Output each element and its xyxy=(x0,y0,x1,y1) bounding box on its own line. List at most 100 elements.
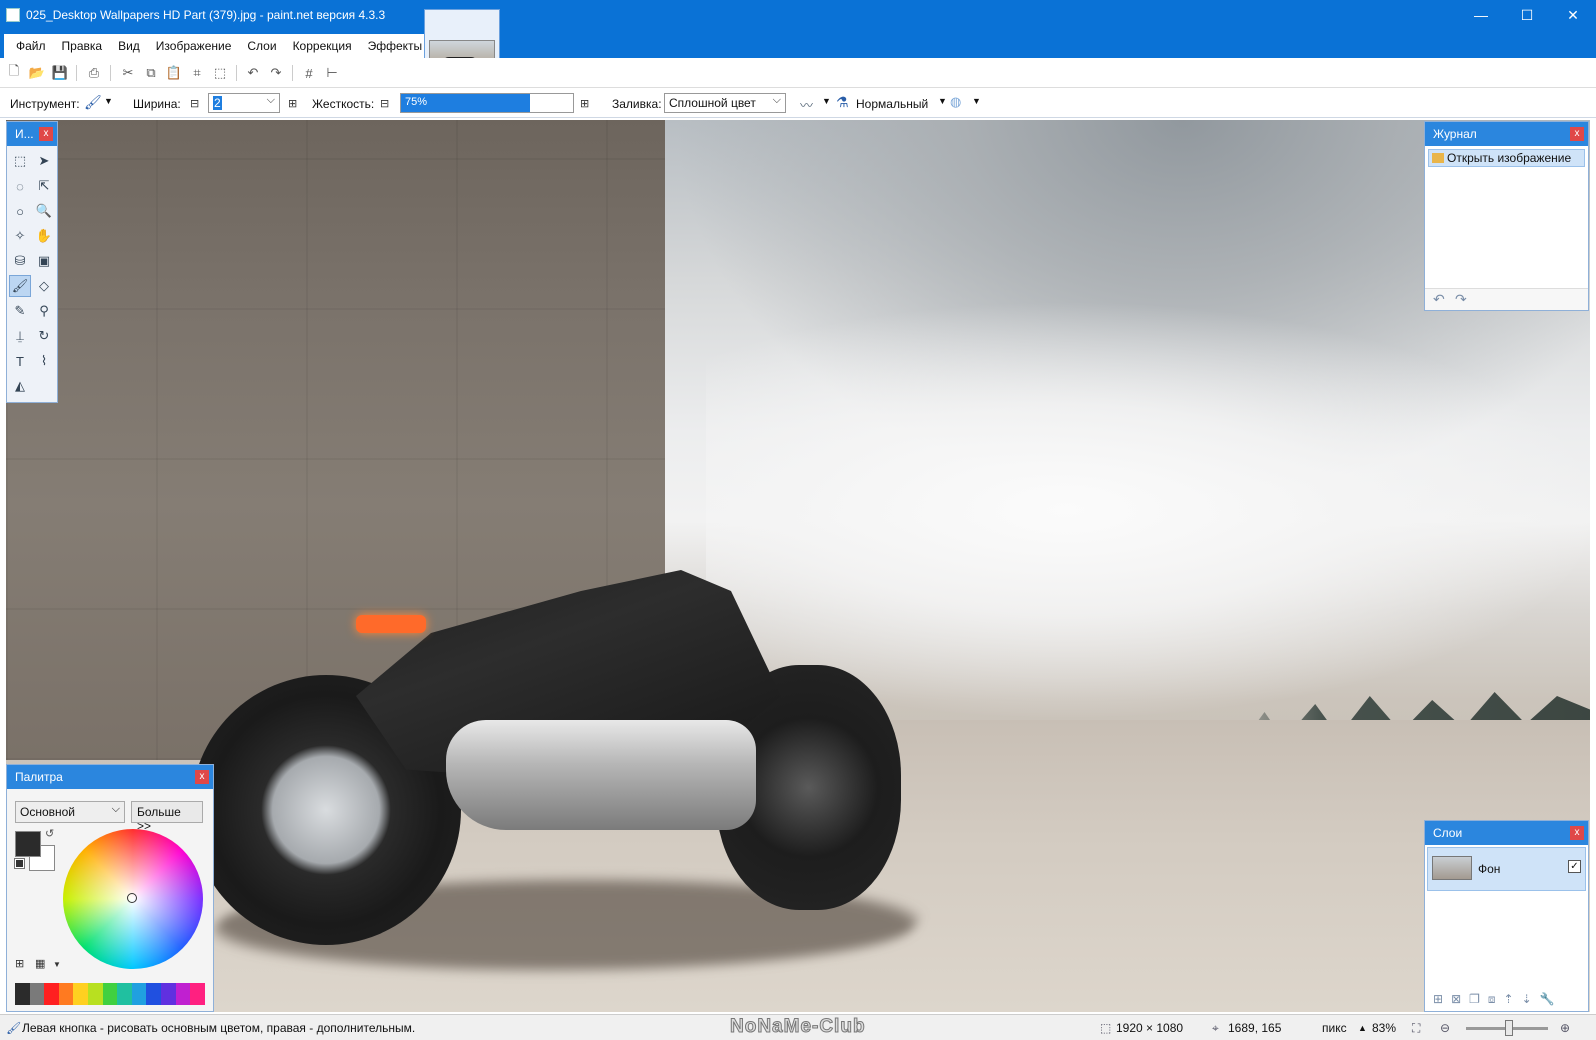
zoom-in-icon[interactable]: ⊕ xyxy=(1560,1021,1570,1035)
zoom-level[interactable]: 83% xyxy=(1372,1021,1396,1035)
palette-panel-close-button[interactable]: x xyxy=(195,770,209,784)
maximize-button[interactable]: ☐ xyxy=(1504,0,1550,32)
palette-swatch[interactable] xyxy=(29,983,45,1005)
menu-image[interactable]: Изображение xyxy=(148,39,240,53)
palette-swatch[interactable] xyxy=(146,983,162,1005)
hardness-decrease-button[interactable]: ⊟ xyxy=(380,97,389,110)
palette-swatch[interactable] xyxy=(88,983,103,1005)
move-selected-icon[interactable]: ➤ xyxy=(33,150,55,172)
palette-swatch[interactable] xyxy=(44,983,59,1005)
shapes-icon[interactable]: ◭ xyxy=(9,375,31,397)
text-icon[interactable]: T xyxy=(9,350,31,372)
palette-panel-header[interactable]: Палитра x xyxy=(7,765,213,789)
hardness-increase-button[interactable]: ⊞ xyxy=(580,97,589,110)
width-increase-button[interactable]: ⊞ xyxy=(288,97,297,110)
paste-icon[interactable]: 📋 xyxy=(164,63,184,83)
add-layer-icon[interactable]: ⊞ xyxy=(1433,992,1443,1008)
tools-panel-header[interactable]: И... x xyxy=(7,122,57,146)
palette-swatch[interactable] xyxy=(190,983,205,1005)
move-layer-down-icon[interactable]: ⇣ xyxy=(1522,992,1532,1008)
history-item[interactable]: Открыть изображение xyxy=(1428,149,1585,167)
antialias-icon[interactable]: 〰 xyxy=(800,95,813,114)
duplicate-layer-icon[interactable]: ❐ xyxy=(1469,992,1480,1008)
tools-panel-close-button[interactable]: x xyxy=(39,127,53,141)
paintbrush-tool-icon[interactable]: 🖌 xyxy=(9,275,31,297)
palette-swatch[interactable] xyxy=(175,983,191,1005)
pencil-icon[interactable]: ✎ xyxy=(9,300,31,322)
selection-mode-dropdown-icon[interactable]: ▼ xyxy=(972,96,981,106)
palette-swatch[interactable] xyxy=(131,983,147,1005)
palette-swatch[interactable] xyxy=(73,983,89,1005)
palette-swatch[interactable] xyxy=(58,983,74,1005)
minimize-button[interactable]: — xyxy=(1458,0,1504,32)
new-file-icon[interactable]: 🗋 xyxy=(4,63,24,83)
palette-more-button[interactable]: Больше >> xyxy=(131,801,203,833)
hardness-slider[interactable]: 75% xyxy=(400,93,574,113)
paintbrush-icon[interactable]: 🖌 xyxy=(84,94,102,111)
palette-swatch[interactable] xyxy=(117,983,132,1005)
layer-properties-icon[interactable]: 🔧 xyxy=(1540,992,1555,1008)
redo-icon[interactable]: ↷ xyxy=(266,63,286,83)
line-curve-icon[interactable]: ⌇ xyxy=(33,350,55,372)
history-panel-header[interactable]: Журнал x xyxy=(1425,122,1588,146)
zoom-slider-knob[interactable] xyxy=(1505,1020,1513,1036)
lasso-select-icon[interactable]: ◌ xyxy=(9,175,31,197)
recolor-icon[interactable]: ↻ xyxy=(33,325,55,347)
zoom-out-icon[interactable]: ⊖ xyxy=(1440,1021,1450,1035)
add-color-icon[interactable]: ⊞ xyxy=(15,957,24,970)
crop-icon[interactable]: ⌗ xyxy=(187,63,207,83)
color-picker-icon[interactable]: ⚲ xyxy=(33,300,55,322)
reset-colors-icon[interactable] xyxy=(14,858,25,869)
tool-dropdown-icon[interactable]: ▼ xyxy=(104,96,113,106)
blend-mode-value[interactable]: Нормальный xyxy=(856,97,928,111)
merge-layer-icon[interactable]: ⧈ xyxy=(1488,992,1496,1008)
palette-menu-dropdown-icon[interactable]: ▼ xyxy=(53,960,61,969)
width-decrease-button[interactable]: ⊟ xyxy=(190,97,199,110)
move-selection-icon[interactable]: ⇱ xyxy=(33,175,55,197)
palette-preset-select[interactable]: Основной xyxy=(15,801,125,823)
primary-color-swatch[interactable] xyxy=(15,831,41,857)
save-icon[interactable]: 💾 xyxy=(50,63,70,83)
layers-panel-header[interactable]: Слои x xyxy=(1425,821,1588,845)
menu-adjustments[interactable]: Коррекция xyxy=(285,39,360,53)
antialias-dropdown-icon[interactable]: ▼ xyxy=(822,96,831,106)
open-folder-icon[interactable]: 📂 xyxy=(27,63,47,83)
history-panel-close-button[interactable]: x xyxy=(1570,127,1584,141)
menu-edit[interactable]: Правка xyxy=(54,39,111,53)
close-button[interactable]: ✕ xyxy=(1550,0,1596,32)
color-wheel-cursor[interactable] xyxy=(127,893,137,903)
clone-stamp-icon[interactable]: ⍊ xyxy=(9,325,31,347)
delete-layer-icon[interactable]: ⊠ xyxy=(1451,992,1461,1008)
palette-swatch[interactable] xyxy=(15,983,30,1005)
layer-visibility-checkbox[interactable]: ✓ xyxy=(1568,860,1581,873)
selection-mode-icon[interactable]: ◍ xyxy=(950,94,961,110)
menu-view[interactable]: Вид xyxy=(110,39,148,53)
blend-mode-dropdown-icon[interactable]: ▼ xyxy=(938,96,947,106)
image-canvas[interactable] xyxy=(6,120,1590,1012)
grid-icon[interactable]: # xyxy=(299,63,319,83)
units-select[interactable]: пикс xyxy=(1322,1021,1347,1035)
print-icon[interactable]: ⎙ xyxy=(84,63,104,83)
menu-effects[interactable]: Эффекты xyxy=(360,39,431,53)
zoom-icon[interactable]: 🔍 xyxy=(33,200,55,222)
gradient-icon[interactable]: ▣ xyxy=(33,250,55,272)
fill-select[interactable]: Сплошной цвет xyxy=(664,93,786,113)
palette-menu-icon[interactable]: ▦ xyxy=(35,957,45,970)
pan-hand-icon[interactable]: ✋ xyxy=(33,225,55,247)
copy-icon[interactable]: ⧉ xyxy=(141,63,161,83)
ruler-icon[interactable]: ⊢ xyxy=(322,63,342,83)
undo-icon[interactable]: ↶ xyxy=(243,63,263,83)
history-redo-icon[interactable]: ↷ xyxy=(1455,291,1467,308)
move-layer-up-icon[interactable]: ⇡ xyxy=(1504,992,1514,1008)
rectangle-select-icon[interactable]: ⬚ xyxy=(9,150,31,172)
swap-colors-icon[interactable]: ↺ xyxy=(45,827,54,840)
units-dropdown-icon[interactable]: ▲ xyxy=(1358,1023,1367,1033)
eraser-icon[interactable]: ◇ xyxy=(33,275,55,297)
magic-wand-icon[interactable]: ✧ xyxy=(9,225,31,247)
deselect-icon[interactable]: ⬚ xyxy=(210,63,230,83)
layer-row[interactable]: Фон ✓ xyxy=(1427,847,1586,891)
paint-bucket-icon[interactable]: ⛁ xyxy=(9,250,31,272)
menu-file[interactable]: Файл xyxy=(8,39,54,53)
history-undo-icon[interactable]: ↶ xyxy=(1433,291,1445,308)
ellipse-select-icon[interactable]: ○ xyxy=(9,200,31,222)
